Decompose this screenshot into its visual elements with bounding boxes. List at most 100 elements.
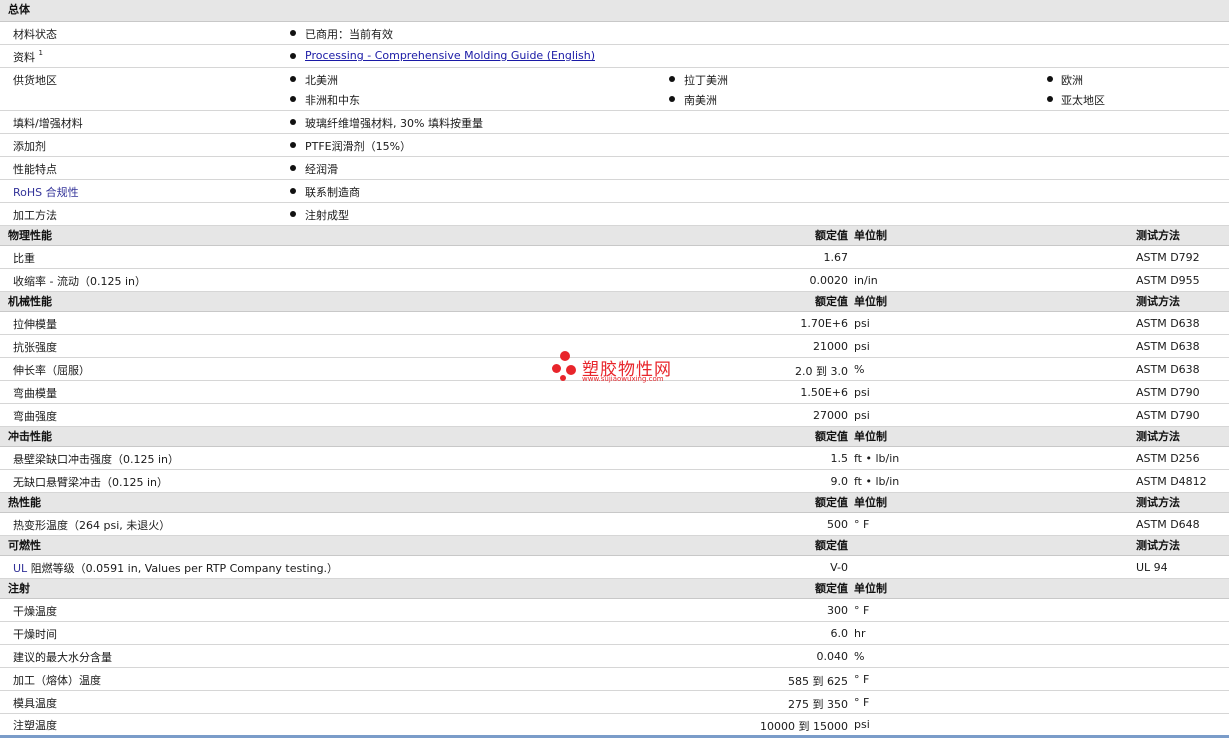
property-value: PTFE润滑剂（15%）: [305, 140, 412, 153]
property-unit: hr: [854, 627, 866, 640]
property-value: 联系制造商: [305, 186, 360, 199]
test-method: ASTM D790: [1136, 386, 1200, 399]
property-value: 10000 到 15000: [760, 720, 848, 733]
property-row-rohs: RoHS 合规性 联系制造商: [0, 180, 1229, 203]
property-label: 弯曲强度: [13, 410, 57, 423]
column-method: 测试方法: [1136, 430, 1180, 443]
column-nominal: 额定值: [815, 295, 848, 308]
table-row: 干燥温度 300 ° F: [0, 599, 1229, 622]
bullet-icon: [669, 96, 675, 102]
table-row: 收缩率 - 流动（0.125 in） 0.0020 in/in ASTM D95…: [0, 269, 1229, 292]
property-value: 1.70E+6: [800, 317, 848, 330]
bullet-icon: [290, 96, 296, 102]
bullet-icon: [290, 119, 296, 125]
ul-link[interactable]: UL: [13, 562, 27, 575]
property-unit: %: [854, 650, 865, 663]
property-label: 热变形温度（264 psi, 未退火）: [13, 519, 171, 532]
property-label: 比重: [13, 252, 35, 265]
bullet-icon: [1047, 96, 1053, 102]
bullet-icon: [669, 76, 675, 82]
bullet-icon: [290, 76, 296, 82]
property-value: 300: [827, 604, 848, 617]
property-value: 已商用：当前有效: [305, 28, 393, 41]
property-unit: ° F: [854, 673, 870, 686]
test-method: ASTM D638: [1136, 317, 1200, 330]
property-label: 填料/增强材料: [13, 117, 83, 130]
property-label: 收缩率 - 流动（0.125 in）: [13, 275, 146, 288]
property-value: 经润滑: [305, 163, 338, 176]
property-value: 0.0020: [809, 274, 849, 287]
bullet-icon: [290, 142, 296, 148]
property-label: 抗张强度: [13, 341, 57, 354]
test-method: UL 94: [1136, 561, 1168, 574]
table-row: 弯曲模量 1.50E+6 psi ASTM D790: [0, 381, 1229, 404]
property-label: 供货地区: [13, 74, 57, 87]
table-row: 拉伸模量 1.70E+6 psi ASTM D638: [0, 312, 1229, 335]
property-value: 21000: [813, 340, 848, 353]
column-unit: 单位制: [854, 229, 887, 242]
column-unit: 单位制: [854, 496, 887, 509]
property-value: 1.67: [823, 251, 849, 264]
table-row: 比重 1.67 ASTM D792: [0, 246, 1229, 269]
bullet-icon: [1047, 76, 1053, 82]
molding-guide-link[interactable]: Processing - Comprehensive Molding Guide…: [305, 49, 595, 62]
section-header-impact: 冲击性能 额定值 单位制 测试方法: [0, 427, 1229, 447]
property-label: 模具温度: [13, 697, 57, 710]
property-unit: ft • lb/in: [854, 452, 900, 465]
bullet-icon: [290, 30, 296, 36]
property-label: 加工（熔体）温度: [13, 674, 101, 687]
bullet-icon: [290, 53, 296, 59]
property-value: 注射成型: [305, 209, 349, 222]
property-label: 拉伸模量: [13, 318, 57, 331]
section-header-flammability: 可燃性 额定值 测试方法: [0, 536, 1229, 556]
property-label: 建议的最大水分含量: [13, 651, 112, 664]
section-title: 冲击性能: [8, 430, 52, 443]
property-value: 6.0: [830, 627, 849, 640]
bullet-icon: [290, 188, 296, 194]
property-row-additive: 添加剂 PTFE润滑剂（15%）: [0, 134, 1229, 157]
property-unit: ° F: [854, 604, 870, 617]
table-row: 建议的最大水分含量 0.040 %: [0, 645, 1229, 668]
test-method: ASTM D955: [1136, 274, 1200, 287]
property-label: 加工方法: [13, 209, 57, 222]
property-value: 500: [827, 518, 848, 531]
property-label: 伸长率（屈服）: [13, 364, 90, 377]
footnote-marker: 1: [38, 49, 43, 57]
watermark-url: www.sujiaowuxing.com: [582, 375, 664, 383]
property-value: 1.5: [830, 452, 849, 465]
column-method: 测试方法: [1136, 496, 1180, 509]
region-item: 欧洲: [1061, 74, 1083, 87]
test-method: ASTM D638: [1136, 363, 1200, 376]
property-label: 干燥时间: [13, 628, 57, 641]
property-label: 性能特点: [13, 163, 57, 176]
property-label: 添加剂: [13, 140, 46, 153]
property-value: 1.50E+6: [800, 386, 848, 399]
section-header-thermal: 热性能 额定值 单位制 测试方法: [0, 493, 1229, 513]
column-nominal: 额定值: [815, 496, 848, 509]
property-value: 27000: [813, 409, 848, 422]
property-unit: %: [854, 363, 865, 376]
test-method: ASTM D790: [1136, 409, 1200, 422]
property-unit: psi: [854, 718, 870, 731]
section-title: 物理性能: [8, 229, 52, 242]
bullet-icon: [290, 211, 296, 217]
region-item: 北美洲: [305, 74, 338, 87]
property-value: 玻璃纤维增强材料, 30% 填料按重量: [305, 117, 483, 130]
section-header-mechanical: 机械性能 额定值 单位制 测试方法: [0, 292, 1229, 312]
test-method: ASTM D648: [1136, 518, 1200, 531]
property-row-processing: 加工方法 注射成型: [0, 203, 1229, 226]
test-method: ASTM D638: [1136, 340, 1200, 353]
property-value: 275 到 350: [788, 698, 848, 711]
column-method: 测试方法: [1136, 229, 1180, 242]
property-row-documents: 资料 1 Processing - Comprehensive Molding …: [0, 45, 1229, 68]
section-title: 总体: [8, 3, 30, 16]
property-value: 9.0: [830, 475, 849, 488]
test-method: ASTM D792: [1136, 251, 1200, 264]
section-title: 注射: [8, 582, 30, 595]
section-header-general: 总体: [0, 0, 1229, 22]
region-item: 亚太地区: [1061, 94, 1105, 107]
rohs-label-link[interactable]: RoHS 合规性: [13, 184, 79, 200]
property-unit: ft • lb/in: [854, 475, 900, 488]
table-row: 注塑温度 10000 到 15000 psi: [0, 714, 1229, 735]
property-label: 干燥温度: [13, 605, 57, 618]
